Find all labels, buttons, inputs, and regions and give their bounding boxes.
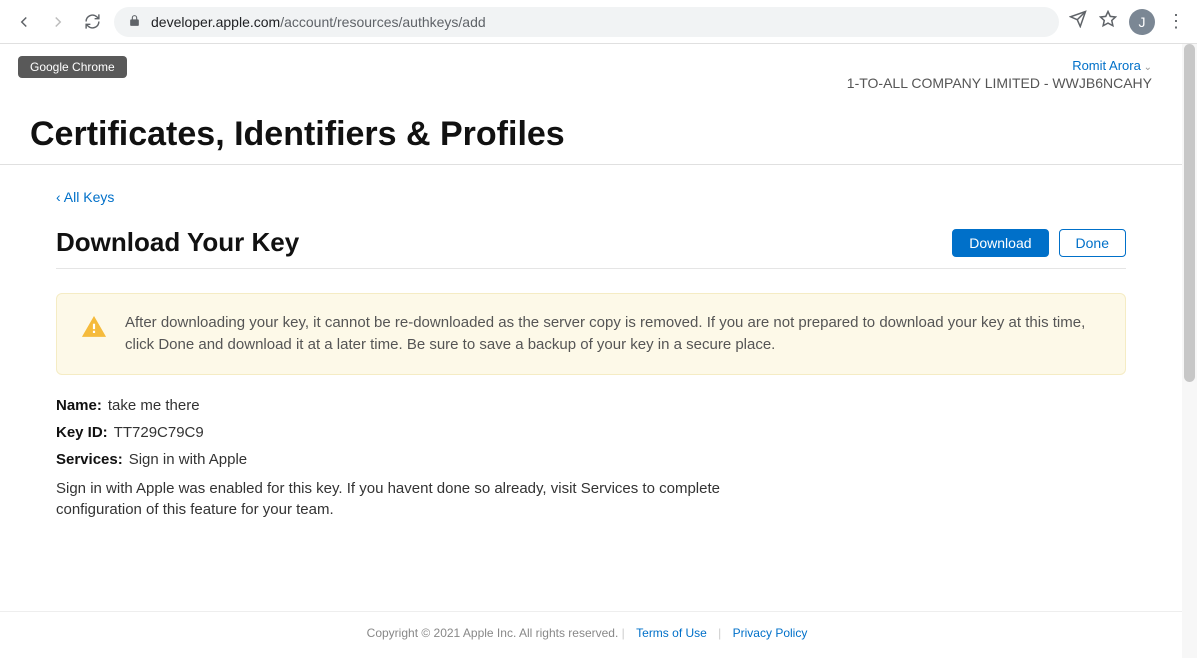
copyright-text: Copyright © 2021 Apple Inc. All rights r…	[367, 626, 619, 640]
detail-services-row: Services: Sign in with Apple	[56, 451, 1126, 468]
url-text: developer.apple.com/account/resources/au…	[151, 14, 486, 30]
services-label: Services:	[56, 451, 123, 468]
address-bar[interactable]: developer.apple.com/account/resources/au…	[114, 7, 1059, 37]
done-button[interactable]: Done	[1059, 229, 1126, 257]
keyid-value: TT729C79C9	[114, 424, 204, 441]
page-content: Google Chrome Romit Arora 1-TO-ALL COMPA…	[0, 44, 1197, 658]
lock-icon	[128, 14, 141, 30]
browser-toolbar: developer.apple.com/account/resources/au…	[0, 0, 1197, 44]
page-footer: Copyright © 2021 Apple Inc. All rights r…	[0, 611, 1182, 640]
forward-button[interactable]	[46, 10, 70, 34]
back-button[interactable]	[12, 10, 36, 34]
reload-button[interactable]	[80, 10, 104, 34]
page-title: Certificates, Identifiers & Profiles	[0, 115, 1182, 165]
download-button[interactable]: Download	[952, 229, 1048, 257]
name-label: Name:	[56, 397, 102, 414]
action-buttons: Download Done	[952, 229, 1126, 257]
browser-menu-icon[interactable]: ⋮	[1167, 11, 1185, 32]
keyid-label: Key ID:	[56, 424, 108, 441]
back-all-keys-link[interactable]: ‹ All Keys	[56, 189, 114, 205]
bookmark-star-icon[interactable]	[1099, 10, 1117, 33]
browser-window: developer.apple.com/account/resources/au…	[0, 0, 1197, 658]
send-icon[interactable]	[1069, 10, 1087, 33]
chrome-tooltip: Google Chrome	[18, 56, 127, 78]
name-value: take me there	[108, 397, 200, 414]
warning-text: After downloading your key, it cannot be…	[125, 312, 1101, 356]
profile-avatar[interactable]: J	[1129, 9, 1155, 35]
terms-link[interactable]: Terms of Use	[636, 626, 707, 640]
key-details: Name: take me there Key ID: TT729C79C9 S…	[56, 397, 1126, 522]
account-name-dropdown[interactable]: Romit Arora	[847, 58, 1152, 73]
scrollbar-thumb[interactable]	[1184, 44, 1195, 382]
account-header: Romit Arora 1-TO-ALL COMPANY LIMITED - W…	[0, 44, 1182, 115]
warning-banner: After downloading your key, it cannot be…	[56, 293, 1126, 375]
services-note: Sign in with Apple was enabled for this …	[56, 478, 736, 522]
services-value: Sign in with Apple	[129, 451, 247, 468]
detail-name-row: Name: take me there	[56, 397, 1126, 414]
detail-keyid-row: Key ID: TT729C79C9	[56, 424, 1126, 441]
team-name: 1-TO-ALL COMPANY LIMITED - WWJB6NCAHY	[847, 75, 1152, 91]
scrollbar[interactable]	[1182, 44, 1197, 658]
subheader-title: Download Your Key	[56, 227, 299, 258]
warning-icon	[81, 314, 107, 340]
privacy-link[interactable]: Privacy Policy	[733, 626, 808, 640]
